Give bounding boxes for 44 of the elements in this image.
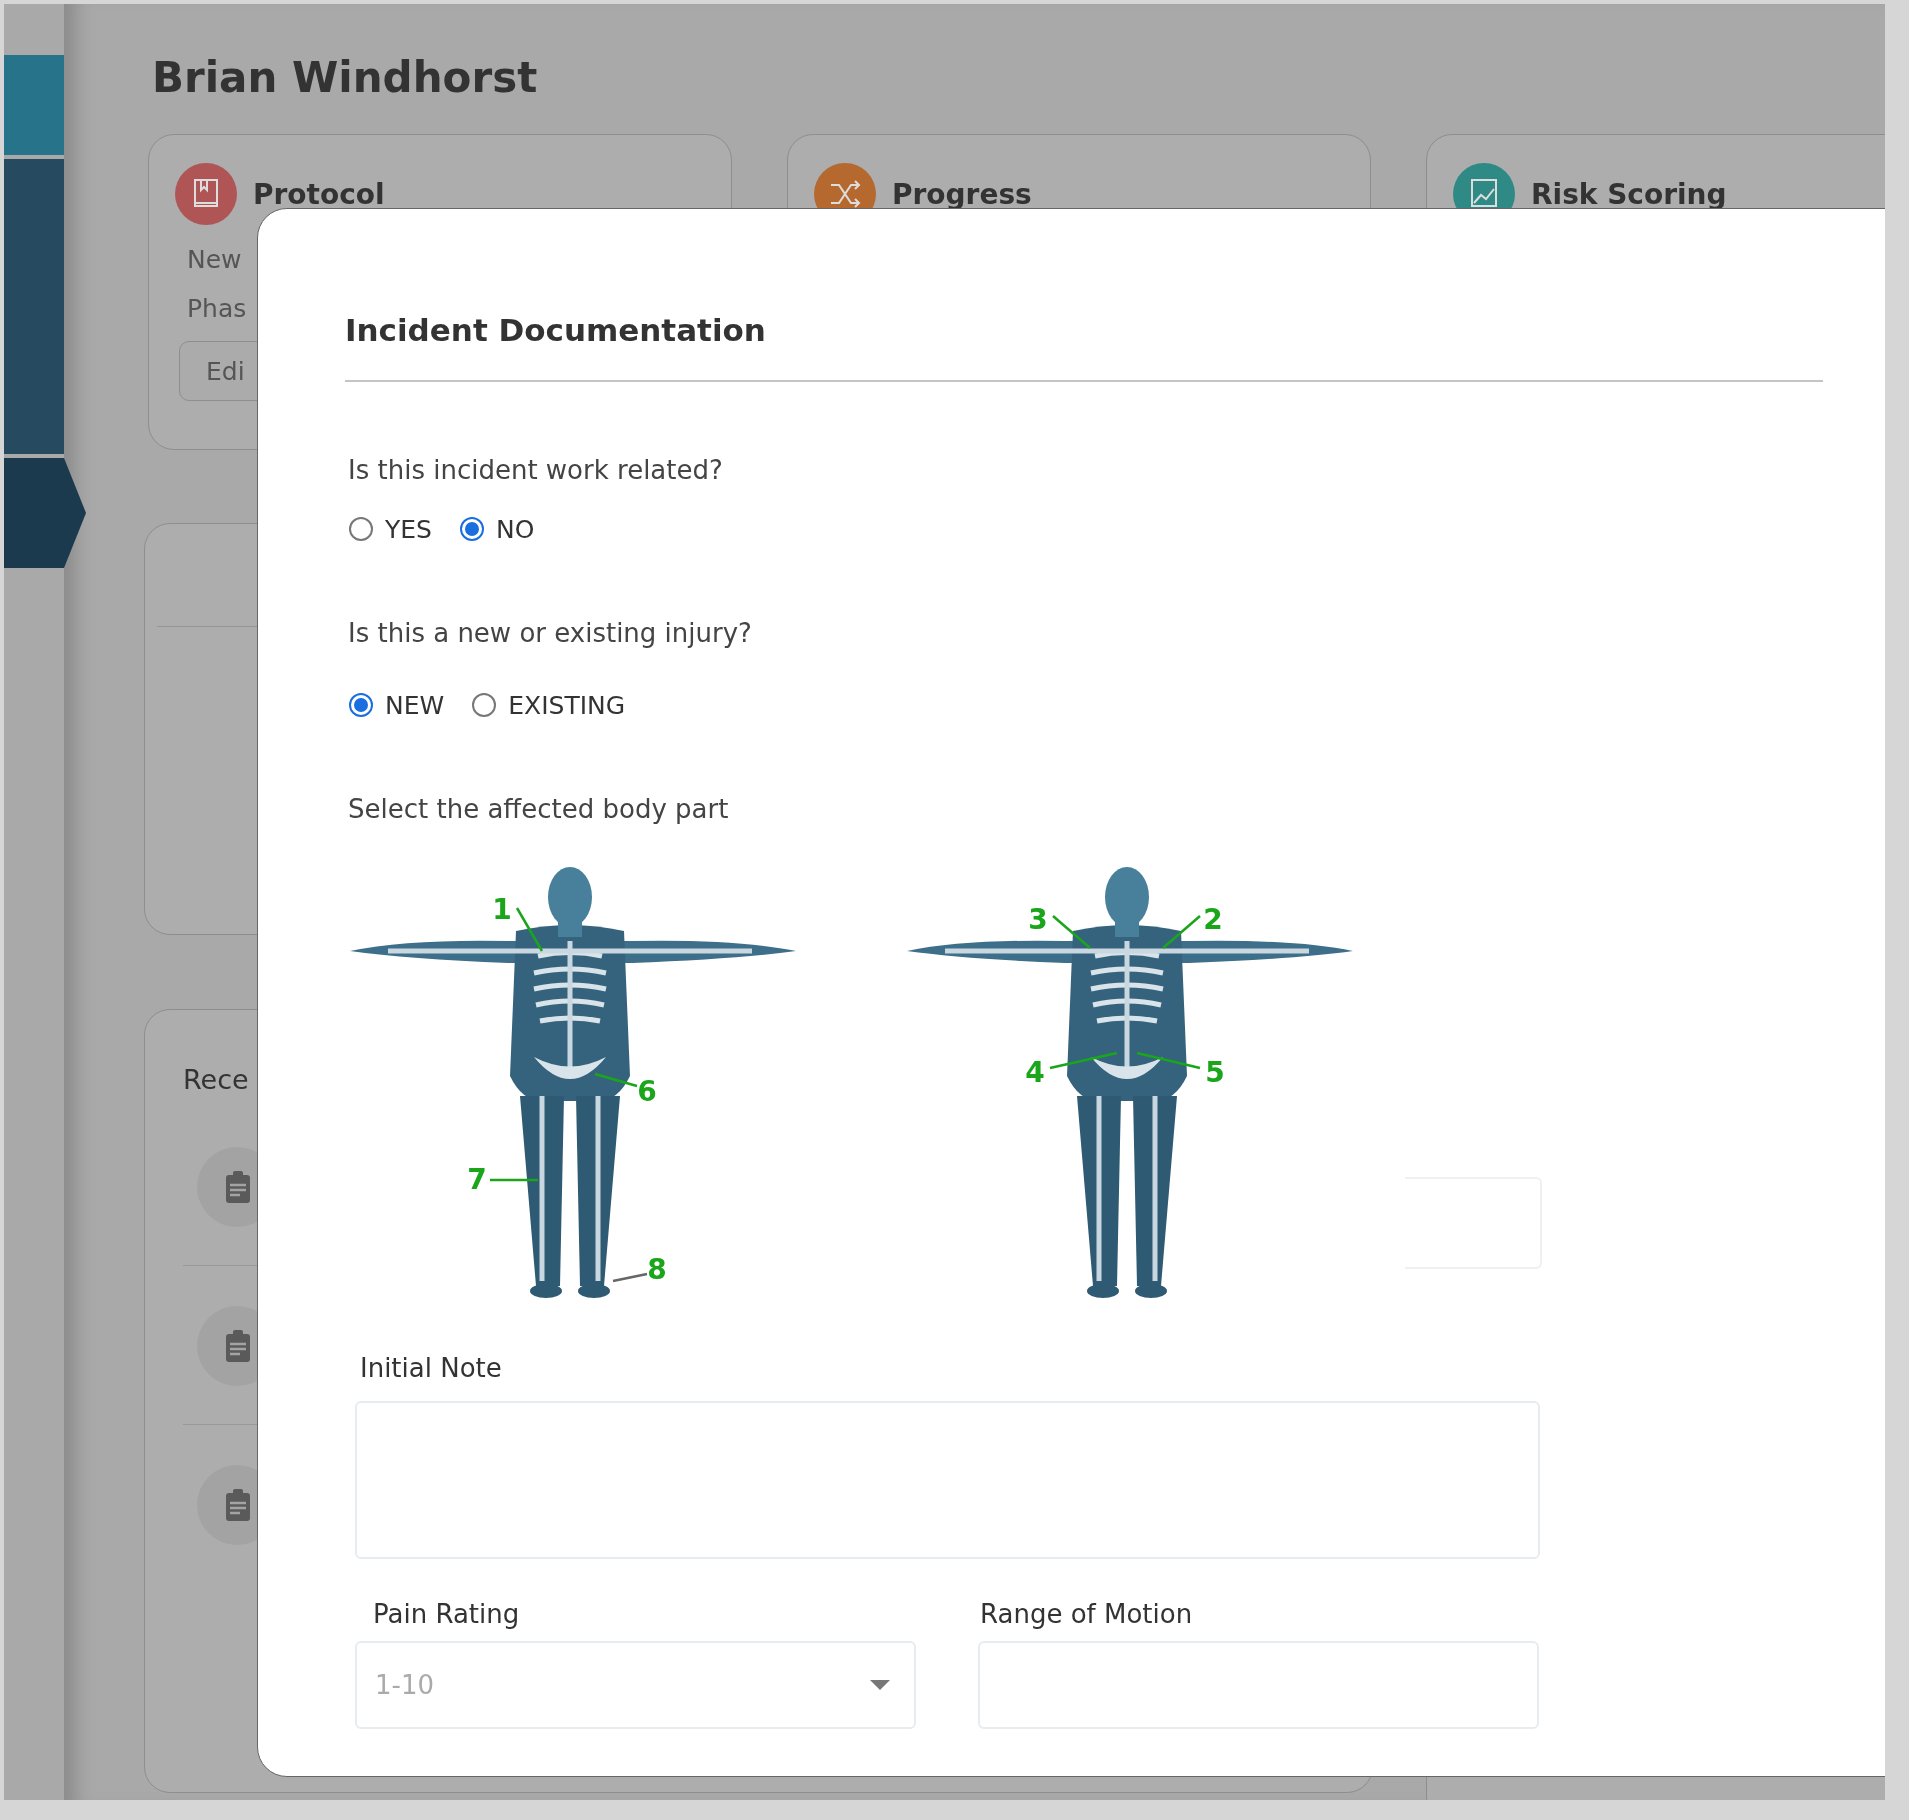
leader-line	[1052, 915, 1091, 949]
caret-icon	[870, 1680, 890, 1690]
card-title: Progress	[892, 177, 1032, 211]
card-text: New	[187, 245, 243, 274]
radio-option[interactable]: NEW	[349, 690, 445, 720]
clipboard-icon	[226, 1489, 250, 1521]
radio-option[interactable]: NO	[459, 514, 535, 544]
card-text: Phas	[187, 294, 248, 323]
radio-option[interactable]: YES	[349, 514, 432, 544]
question-label: Is this incident work related?	[348, 454, 724, 487]
marker-label[interactable]: 7	[467, 1163, 487, 1196]
clipboard-icon	[226, 1330, 250, 1362]
skeleton-drawing[interactable]	[907, 867, 1353, 1298]
range-of-motion-field[interactable]	[978, 1641, 1539, 1729]
field-label: Initial Note	[360, 1352, 503, 1385]
page-title: Brian Windhorst	[152, 52, 539, 104]
field-label: Range of Motion	[979, 1598, 1194, 1631]
marker-label[interactable]: 3	[1028, 903, 1048, 936]
modal-title: Incident Documentation	[345, 310, 1823, 382]
clipboard-icon	[226, 1171, 250, 1203]
marker-label[interactable]: 2	[1203, 903, 1223, 936]
card-title: Protocol	[253, 177, 385, 211]
radio-option[interactable]: EXISTING	[472, 690, 626, 720]
question-label: Is this a new or existing injury?	[348, 617, 753, 650]
leader-line	[515, 907, 544, 952]
card-title: Rece	[183, 1064, 249, 1095]
leader-line	[1049, 1051, 1118, 1070]
note-field[interactable]	[355, 1401, 1540, 1559]
skeleton-drawing[interactable]	[350, 867, 796, 1298]
pain-rating-select[interactable]: 1-10	[355, 1641, 916, 1729]
marker-label[interactable]: 5	[1205, 1056, 1225, 1089]
field-label: Pain Rating	[372, 1598, 521, 1631]
marker-label[interactable]: 4	[1025, 1056, 1045, 1089]
marker-label[interactable]: 6	[637, 1075, 657, 1108]
card-title: Risk Scoring	[1531, 177, 1727, 211]
leader-line	[1162, 915, 1201, 949]
leader-line	[594, 1072, 638, 1088]
leader-line	[1136, 1051, 1201, 1070]
leader-line	[612, 1272, 648, 1283]
question-label: Select the affected body part	[348, 793, 730, 826]
marker-label[interactable]: 8	[647, 1253, 667, 1286]
sidebar-tab[interactable]	[4, 458, 86, 568]
marker-label[interactable]: 1	[492, 893, 512, 926]
leader-line	[490, 1178, 538, 1182]
